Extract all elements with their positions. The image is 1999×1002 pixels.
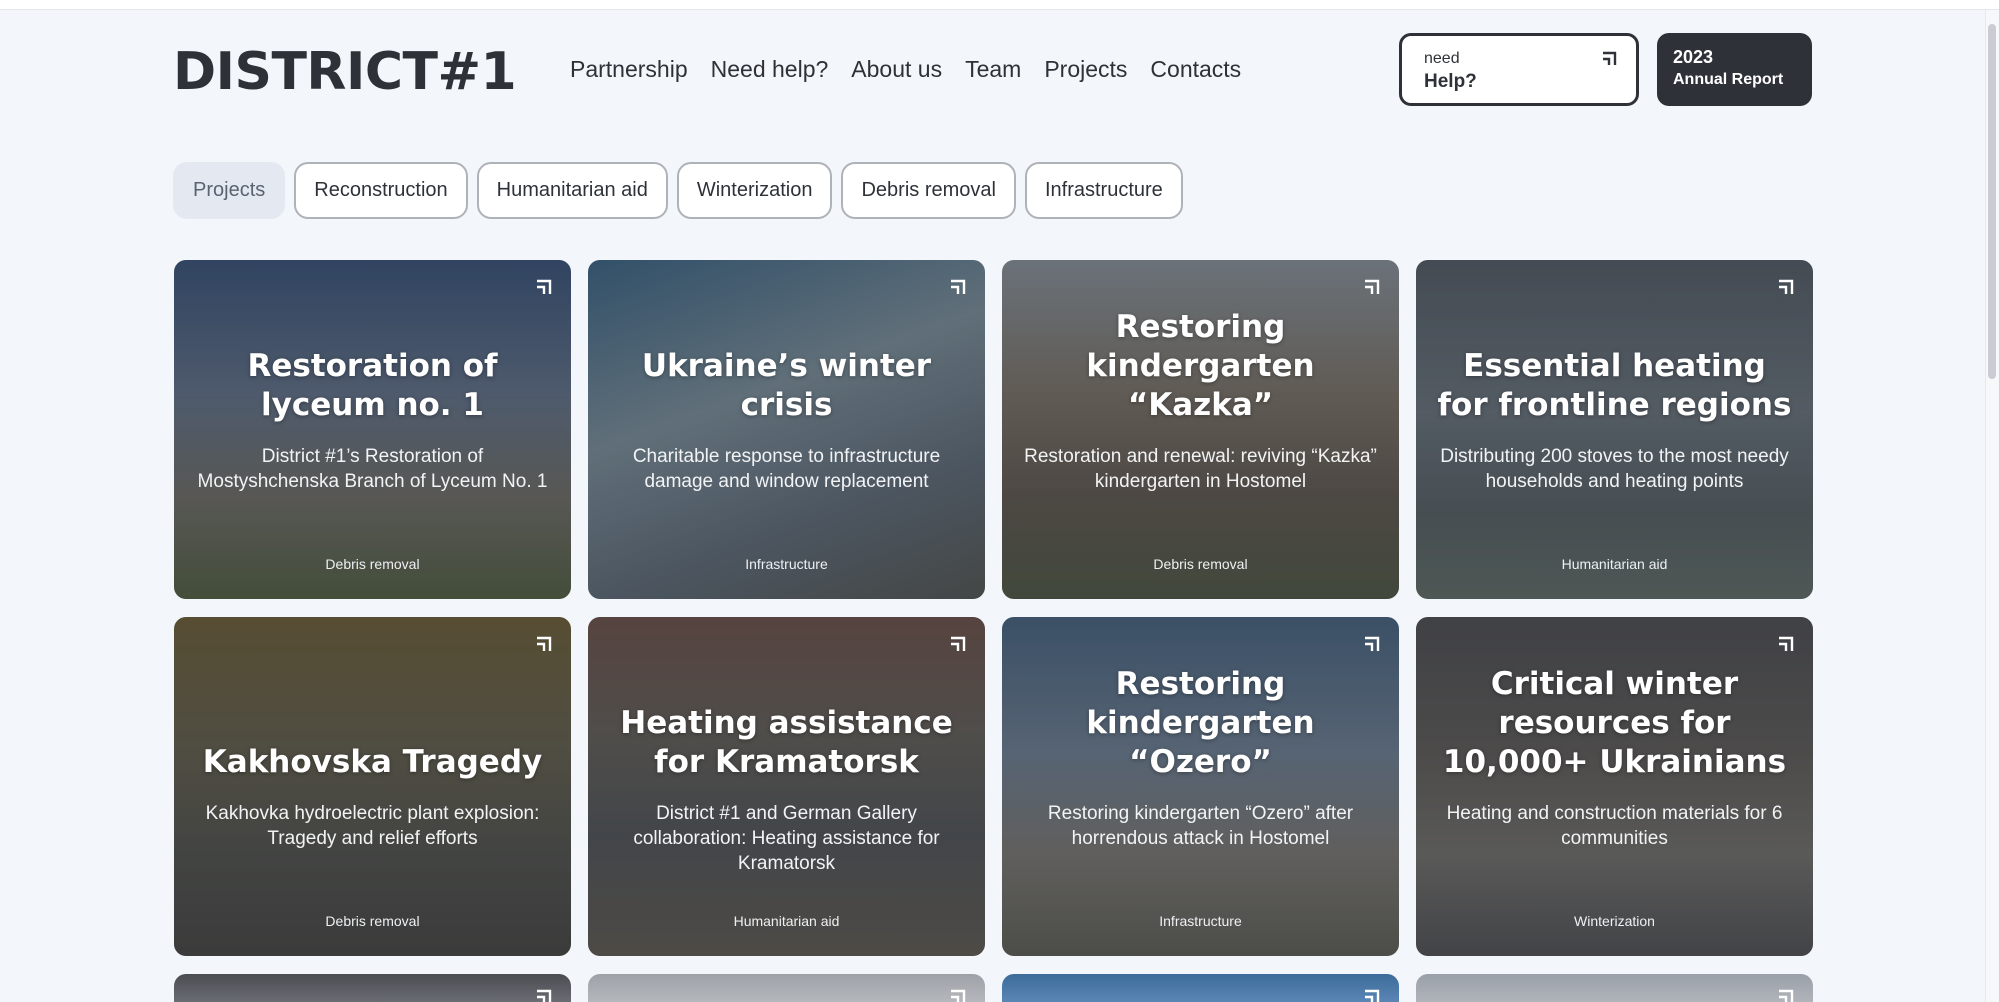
card-description: Kakhovka hydroelectric plant explosion: … xyxy=(205,803,540,849)
card-title: Critical winter resources for 10,000+ Uk… xyxy=(1442,666,1787,780)
filter-debris-removal[interactable]: Debris removal xyxy=(841,162,1016,219)
card-tag: Debris removal xyxy=(325,913,420,929)
project-card-ozero[interactable]: Restoring kindergarten “Ozero” Restoring… xyxy=(1002,617,1399,956)
card-description: Heating and construction materials for 6… xyxy=(1446,803,1783,849)
project-card-kazka[interactable]: Restoring kindergarten “Kazka” Restorati… xyxy=(1002,260,1399,599)
project-card-partial[interactable] xyxy=(1002,974,1399,1002)
filter-infrastructure[interactable]: Infrastructure xyxy=(1024,162,1183,219)
filter-humanitarian-aid[interactable]: Humanitarian aid xyxy=(476,162,668,219)
arrow-up-right-icon xyxy=(1603,51,1617,65)
card-body: Essential heating for frontline regions … xyxy=(1436,260,1793,599)
main-nav: Partnership Need help? About us Team Pro… xyxy=(570,56,1241,83)
nav-contacts[interactable]: Contacts xyxy=(1150,56,1241,83)
arrow-up-right-icon xyxy=(1365,989,1380,1002)
page-scrollbar[interactable] xyxy=(1985,10,1999,1002)
site-logo[interactable]: DISTRICT#1 xyxy=(173,42,517,102)
annual-report-year: 2023 xyxy=(1673,47,1714,67)
need-help-button[interactable]: need Help? xyxy=(1399,33,1639,106)
card-title: Restoring kindergarten “Ozero” xyxy=(1086,666,1315,780)
project-card-lyceum[interactable]: Restoration of lyceum no. 1 District #1’… xyxy=(174,260,571,599)
project-card-partial[interactable] xyxy=(174,974,571,1002)
project-card-kakhovska[interactable]: Kakhovska Tragedy Kakhovka hydroelectric… xyxy=(174,617,571,956)
card-tag: Debris removal xyxy=(325,556,420,572)
scrollbar-thumb[interactable] xyxy=(1988,24,1996,379)
card-tag: Winterization xyxy=(1574,913,1655,929)
arrow-up-right-icon xyxy=(951,989,966,1002)
projects-grid: Restoration of lyceum no. 1 District #1’… xyxy=(174,260,1813,956)
card-description: Restoration and renewal: reviving “Kazka… xyxy=(1024,446,1377,492)
need-help-line1: need xyxy=(1424,50,1460,67)
card-body: Restoring kindergarten “Kazka” Restorati… xyxy=(1022,260,1379,599)
project-card-heating-frontline[interactable]: Essential heating for frontline regions … xyxy=(1416,260,1813,599)
card-body: Heating assistance for Kramatorsk Distri… xyxy=(608,617,965,956)
nav-about-us[interactable]: About us xyxy=(851,56,942,83)
need-help-line2: Help? xyxy=(1424,71,1477,92)
card-title: Heating assistance for Kramatorsk xyxy=(620,705,953,780)
card-description: District #1 and German Gallery collabora… xyxy=(633,803,940,874)
card-tag: Humanitarian aid xyxy=(1561,556,1668,572)
filter-reconstruction[interactable]: Reconstruction xyxy=(294,162,468,219)
card-tag: Humanitarian aid xyxy=(733,913,840,929)
browser-top-edge xyxy=(0,0,1999,10)
annual-report-button[interactable]: 2023 Annual Report xyxy=(1657,33,1812,106)
nav-need-help[interactable]: Need help? xyxy=(711,56,829,83)
card-tag: Debris removal xyxy=(1153,556,1248,572)
nav-projects[interactable]: Projects xyxy=(1044,56,1127,83)
project-card-kramatorsk[interactable]: Heating assistance for Kramatorsk Distri… xyxy=(588,617,985,956)
card-description: Distributing 200 stoves to the most need… xyxy=(1440,446,1789,492)
project-card-partial[interactable] xyxy=(588,974,985,1002)
card-description: District #1’s Restoration of Mostyshchen… xyxy=(197,446,548,492)
project-card-winter-resources[interactable]: Critical winter resources for 10,000+ Uk… xyxy=(1416,617,1813,956)
card-tag: Infrastructure xyxy=(745,556,828,572)
nav-team[interactable]: Team xyxy=(965,56,1021,83)
card-title: Ukraine’s winter crisis xyxy=(641,348,932,423)
card-description: Restoring kindergarten “Ozero” after hor… xyxy=(1047,803,1354,849)
card-description: Charitable response to infrastructure da… xyxy=(632,446,941,492)
project-card-winter-crisis[interactable]: Ukraine’s winter crisis Charitable respo… xyxy=(588,260,985,599)
card-title: Restoration of lyceum no. 1 xyxy=(247,348,498,423)
arrow-up-right-icon xyxy=(1779,989,1794,1002)
arrow-up-right-icon xyxy=(537,989,552,1002)
category-filters: Projects Reconstruction Humanitarian aid… xyxy=(173,162,1183,219)
card-title: Kakhovska Tragedy xyxy=(202,744,543,780)
annual-report-label: Annual Report xyxy=(1673,71,1784,88)
card-body: Ukraine’s winter crisis Charitable respo… xyxy=(608,260,965,599)
card-body: Kakhovska Tragedy Kakhovka hydroelectric… xyxy=(194,617,551,956)
filter-projects[interactable]: Projects xyxy=(173,162,286,219)
nav-partnership[interactable]: Partnership xyxy=(570,56,688,83)
project-card-partial[interactable] xyxy=(1416,974,1813,1002)
card-title: Restoring kindergarten “Kazka” xyxy=(1086,309,1315,423)
card-body: Restoring kindergarten “Ozero” Restoring… xyxy=(1022,617,1379,956)
card-tag: Infrastructure xyxy=(1159,913,1242,929)
card-body: Critical winter resources for 10,000+ Uk… xyxy=(1436,617,1793,956)
filter-winterization[interactable]: Winterization xyxy=(676,162,833,219)
card-title: Essential heating for frontline regions xyxy=(1437,348,1792,423)
card-body: Restoration of lyceum no. 1 District #1’… xyxy=(194,260,551,599)
